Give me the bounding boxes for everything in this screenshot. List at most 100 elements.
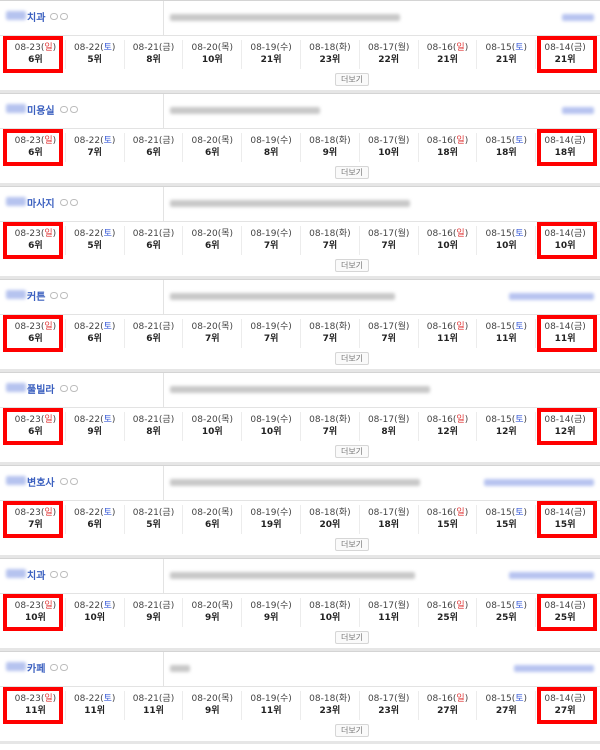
weekday-text: 금 <box>162 43 171 53</box>
keyword-label[interactable]: 치과 <box>27 567 45 582</box>
more-button[interactable]: 더보기 <box>335 73 369 86</box>
more-button[interactable]: 더보기 <box>335 724 369 737</box>
pc-badge-icon <box>50 571 59 578</box>
day-cell: 08-19(수) 10위 <box>241 412 300 441</box>
date-label: 08-18(화) <box>309 415 351 425</box>
rank-value: 11위 <box>495 334 517 344</box>
date-label: 08-16(일) <box>426 601 469 611</box>
more-button[interactable]: 더보기 <box>335 445 369 458</box>
pc-badge-icon <box>59 199 68 206</box>
date-label: 08-20(목) <box>191 508 234 518</box>
keyword-label[interactable]: 카페 <box>27 660 45 675</box>
weekday-text: 월 <box>397 136 406 146</box>
date-label: 08-16(일) <box>426 508 469 518</box>
rank-value: 21위 <box>554 55 576 65</box>
weekday-text: 금 <box>574 322 583 332</box>
keyword-label[interactable]: 변호사 <box>27 474 55 489</box>
date-label: 08-14(금) <box>544 601 586 611</box>
block-header: 치과 <box>0 559 600 594</box>
rank-value: 19위 <box>260 520 282 530</box>
keyword-cell: 마사지 <box>0 187 164 221</box>
weekday-text: 수 <box>280 136 289 146</box>
day-cell: 08-17(월) 7위 <box>358 319 418 348</box>
pc-badge-icon <box>59 478 68 485</box>
day-cell: 08-19(수) 21위 <box>241 40 300 69</box>
rank-row: 08-23(일) 6위 08-22(토) 5위 08-21(금) 8위 08-20(목) 10… <box>6 40 594 69</box>
date-label: 08-17(월) <box>367 136 410 146</box>
block-header: 변호사 <box>0 466 600 501</box>
rank-value: 27위 <box>554 706 576 716</box>
day-cell: 08-20(목) 10위 <box>182 40 241 69</box>
weekday-text: 토 <box>103 322 112 332</box>
date-label: 08-16(일) <box>426 415 469 425</box>
more-button[interactable]: 더보기 <box>335 166 369 179</box>
rank-value: 7위 <box>381 334 396 344</box>
day-cell: 08-14(금) 18위 <box>535 133 594 162</box>
weekday-text: 목 <box>221 229 230 239</box>
date-text: 08-23 <box>14 694 41 704</box>
weekday-text: 일 <box>44 601 53 611</box>
date-text: 08-18 <box>309 601 336 611</box>
day-cell: 08-14(금) 21위 <box>535 40 594 69</box>
more-button[interactable]: 더보기 <box>335 538 369 551</box>
weekday-text: 토 <box>103 229 112 239</box>
date-text: 08-23 <box>14 43 41 53</box>
redacted-url <box>170 386 430 393</box>
rank-value: 18위 <box>378 520 400 530</box>
rank-value: 10위 <box>495 241 517 251</box>
keyword-cell: 변호사 <box>0 466 164 500</box>
keyword-rank-block: 커튼 08-23(일) 6위 08-22(토) 6위 08-21(금) 6위 08-20(목)… <box>0 279 600 372</box>
day-cell: 08-19(수) 11위 <box>241 691 300 720</box>
keyword-label[interactable]: 마사지 <box>27 195 55 210</box>
weekday-text: 수 <box>280 508 289 518</box>
rank-value: 5위 <box>87 241 102 251</box>
day-cell: 08-22(토) 6위 <box>64 505 124 534</box>
date-text: 08-15 <box>485 694 512 704</box>
more-button[interactable]: 더보기 <box>335 259 369 272</box>
weekday-text: 토 <box>103 508 112 518</box>
weekday-text: 화 <box>338 136 348 146</box>
redacted-url <box>170 665 190 672</box>
day-cell: 08-20(목) 7위 <box>182 319 241 348</box>
date-label: 08-21(금) <box>132 136 175 146</box>
keyword-label[interactable]: 치과 <box>27 9 45 24</box>
day-cell: 08-14(금) 15위 <box>535 505 594 534</box>
keyword-cell: 치과 <box>0 559 164 593</box>
date-text: 08-22 <box>73 322 101 332</box>
day-cell: 08-21(금) 5위 <box>123 505 183 534</box>
date-label: 08-18(화) <box>309 601 351 611</box>
date-text: 08-21 <box>132 43 159 53</box>
date-label: 08-22(토) <box>73 136 116 146</box>
keyword-label[interactable]: 커튼 <box>27 288 45 303</box>
rank-value: 6위 <box>205 520 220 530</box>
rank-value: 6위 <box>28 55 43 65</box>
date-text: 08-17 <box>367 508 395 518</box>
date-label: 08-23(일) <box>14 508 57 518</box>
more-button[interactable]: 더보기 <box>335 631 369 644</box>
weekday-text: 토 <box>515 508 524 518</box>
keyword-label[interactable]: 미용실 <box>27 102 55 117</box>
weekday-text: 월 <box>397 229 406 239</box>
date-label: 08-15(토) <box>485 322 528 332</box>
date-label: 08-20(목) <box>191 229 234 239</box>
rank-value: 10위 <box>554 241 576 251</box>
block-header: 카페 <box>0 652 600 687</box>
rank-row: 08-23(일) 6위 08-22(토) 7위 08-21(금) 6위 08-20(목) 6위… <box>6 133 594 162</box>
rank-value: 18위 <box>554 148 576 158</box>
rank-value: 7위 <box>322 241 338 251</box>
rank-value: 9위 <box>205 706 220 716</box>
rank-value: 15위 <box>437 520 458 530</box>
keyword-label[interactable]: 풀빌라 <box>27 381 55 396</box>
weekday-text: 일 <box>456 508 465 518</box>
rank-value: 11위 <box>437 334 458 344</box>
date-label: 08-22(토) <box>73 43 116 53</box>
day-cell: 08-18(화) 7위 <box>300 412 359 441</box>
date-text: 08-20 <box>191 694 218 704</box>
rank-row: 08-23(일) 6위 08-22(토) 6위 08-21(금) 6위 08-20(목) 7위… <box>6 319 594 348</box>
more-button[interactable]: 더보기 <box>335 352 369 365</box>
rank-value: 6위 <box>28 148 43 158</box>
rank-row: 08-23(일) 10위 08-22(토) 10위 08-21(금) 9위 08-20(목)… <box>6 598 594 627</box>
date-text: 08-21 <box>132 136 159 146</box>
day-cell: 08-16(일) 15위 <box>417 505 477 534</box>
weekday-text: 금 <box>162 229 171 239</box>
